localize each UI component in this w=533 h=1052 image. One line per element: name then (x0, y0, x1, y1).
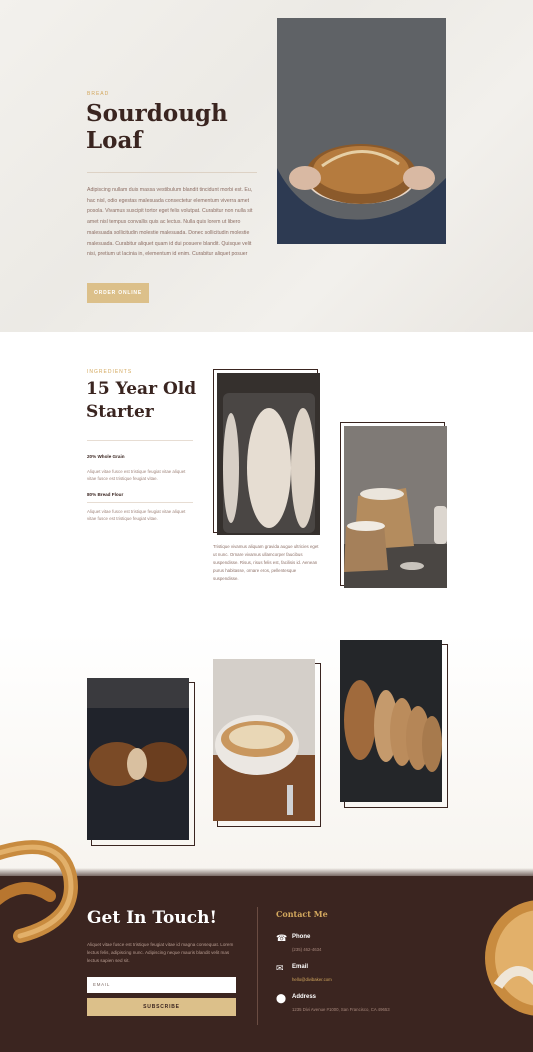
address-label: Address (292, 994, 317, 1000)
email-label: Email (292, 964, 309, 970)
pretzel-decoration-icon (0, 840, 78, 943)
ingredient-label: 80% Bread Flour (87, 492, 124, 497)
sliced-bread-photo (340, 640, 442, 802)
footer-title: Get In Touch! (87, 908, 217, 928)
contact-title: Contact Me (276, 909, 328, 919)
bun-decoration-icon (485, 900, 533, 1016)
bread-board-photo (213, 659, 315, 821)
sliced-bread-image (340, 640, 442, 802)
dough-loaves-photo (217, 373, 320, 535)
ingredients-title-line2: Starter (86, 402, 154, 422)
phone-label: Phone (292, 934, 311, 940)
hero-body: Adipiscing nullam duis massa vestibulum … (87, 187, 253, 258)
ingredient-divider (87, 502, 193, 503)
email-input[interactable]: EMAIL (87, 977, 236, 993)
envelope-icon: ✉ (276, 963, 284, 973)
ingredient-text: Aliquet vitae fusce est tristique feugia… (87, 469, 186, 481)
phone-value: (235) 462-4634 (292, 947, 322, 952)
flour-bags-image (344, 426, 447, 588)
email-link[interactable]: hello@divibaker.com (292, 977, 332, 982)
bread-in-hands-image (277, 18, 446, 244)
ingredient-text: Aliquet vitae fusce est tristique feugia… (87, 509, 186, 521)
map-pin-icon: ⬤ (276, 993, 287, 1003)
bread-torn-image (87, 678, 189, 840)
dough-loaves-image (217, 373, 320, 535)
bread-board-image (213, 659, 315, 821)
hero-eyebrow: BREAD (87, 91, 110, 97)
subscribe-button[interactable]: SUBSCRIBE (87, 998, 236, 1016)
footer-divider (257, 907, 258, 1025)
ingredients-divider (87, 440, 193, 441)
phone-icon: ☎ (276, 933, 288, 943)
ingredients-title-line1: 15 Year Old (86, 379, 197, 399)
hero-title-line1: Sourdough (86, 100, 228, 127)
photo-caption: Tristique vivamus aliquam gravida augue … (213, 544, 319, 581)
bread-torn-photo (87, 678, 189, 840)
flour-bags-photo (344, 426, 447, 588)
hero-divider (87, 172, 257, 173)
hero-title-line2: Loaf (86, 127, 143, 154)
order-online-button[interactable]: ORDER ONLINE (87, 283, 149, 303)
hero-section: BREAD Sourdough Loaf Adipiscing nullam d… (0, 0, 533, 332)
ingredient-label: 20% Whole Grain (87, 454, 125, 459)
address-value: 1235 Divi Avenue #1000, San Francisco, C… (292, 1007, 390, 1012)
ingredients-eyebrow: INGREDIENTS (87, 369, 133, 375)
ingredients-section: INGREDIENTS 15 Year Old Starter 20% Whol… (0, 332, 533, 632)
footer-body: Aliquet vitae fusce est tristique feugia… (87, 942, 234, 963)
hero-photo (277, 18, 446, 244)
